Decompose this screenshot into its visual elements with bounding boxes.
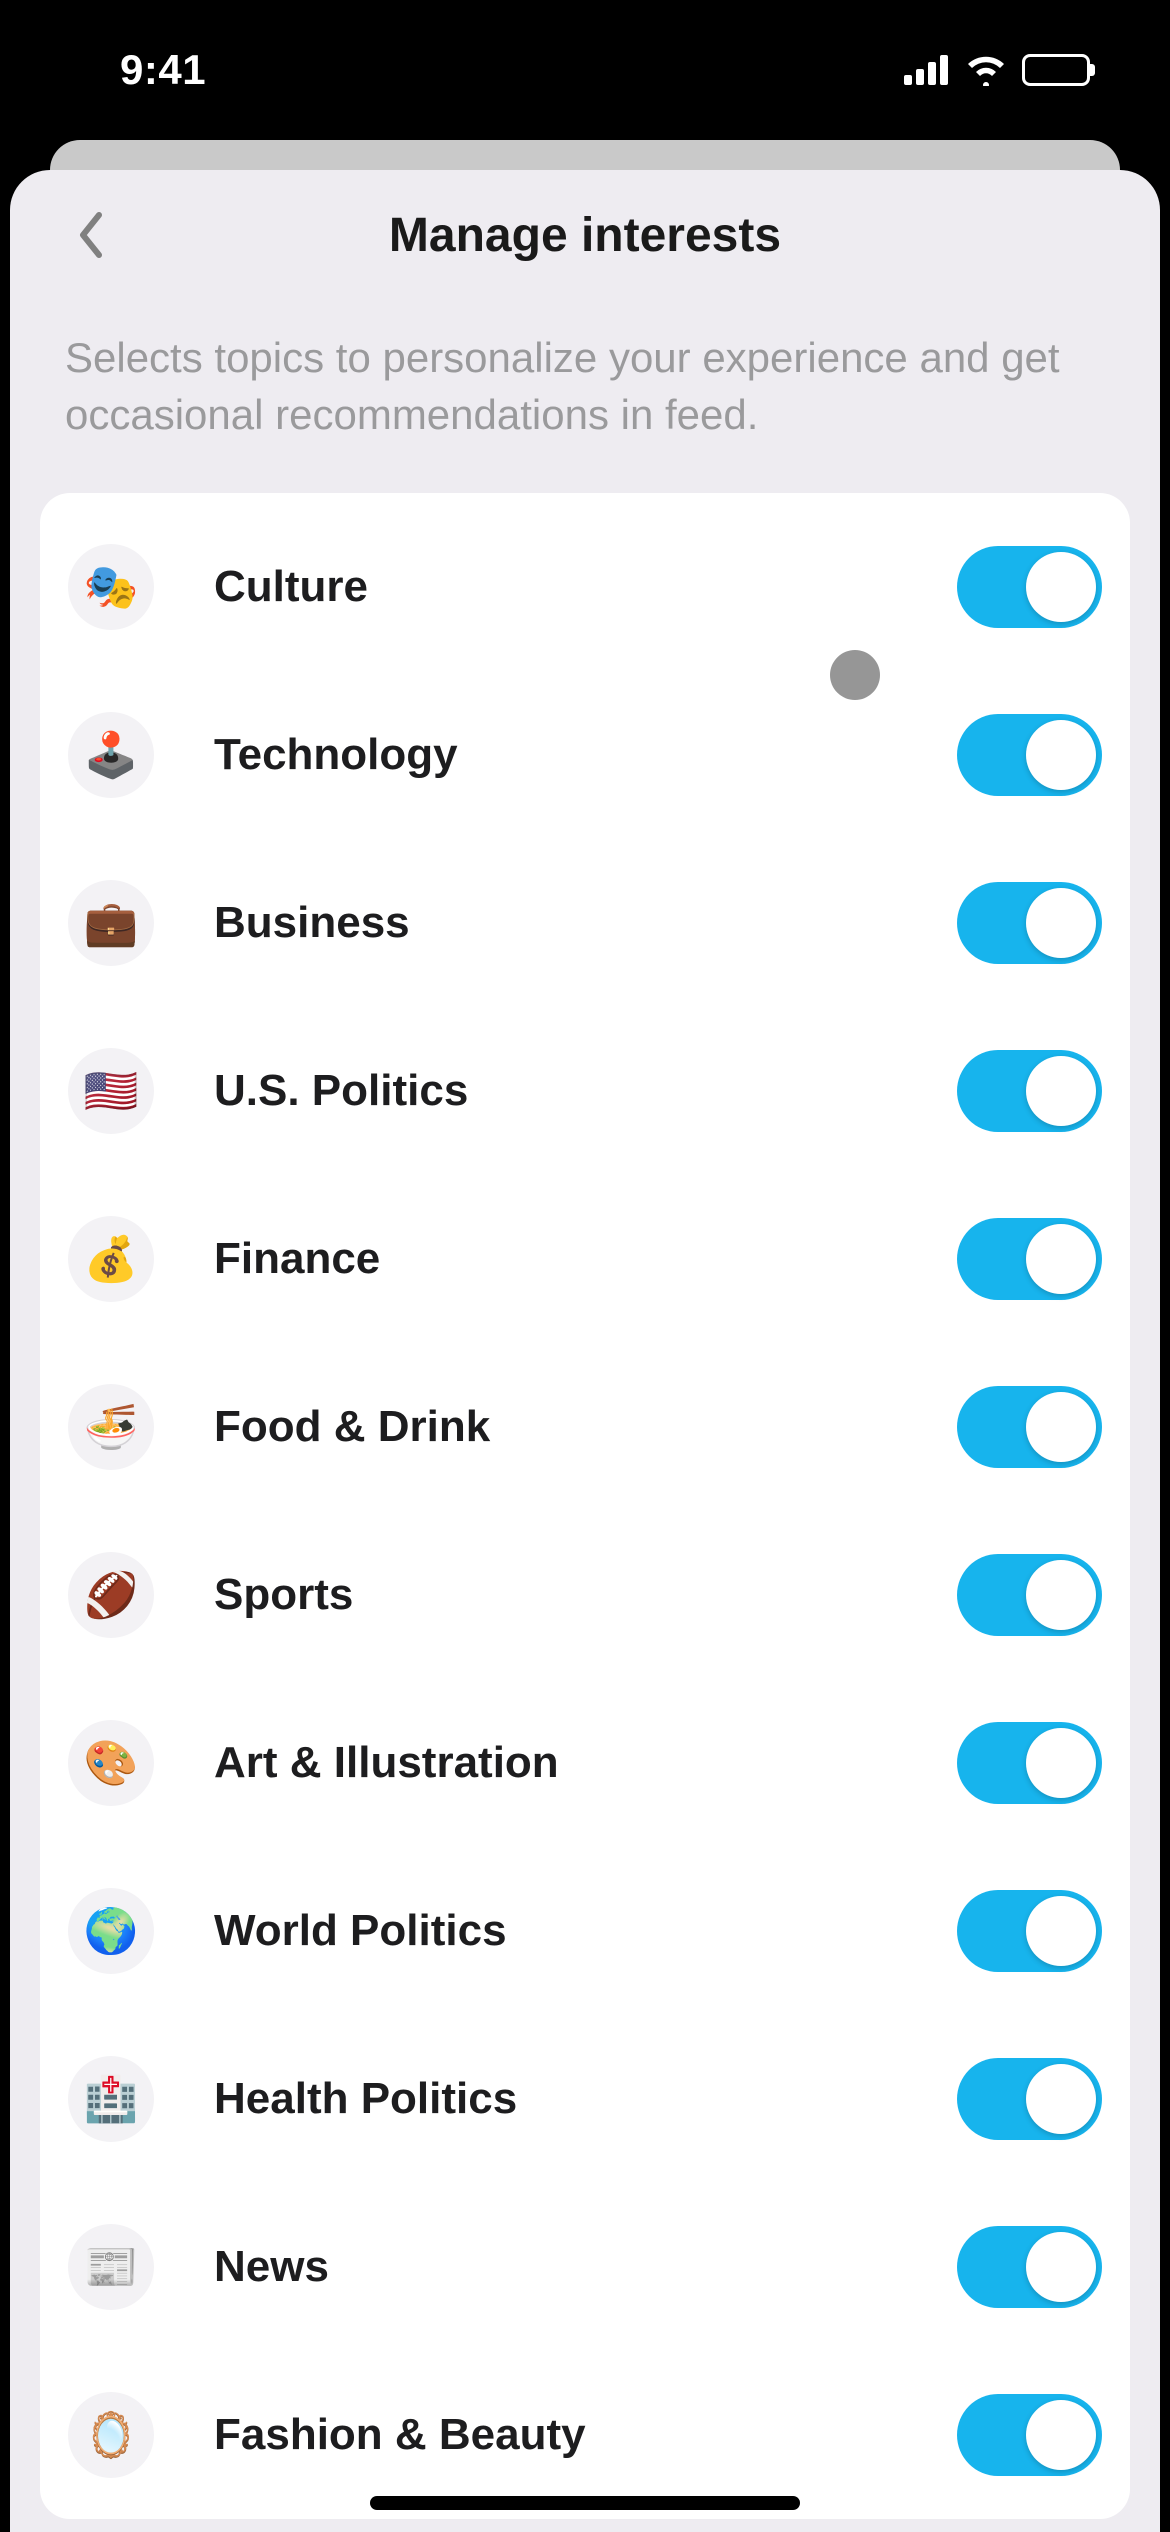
- interest-icon: 🎨: [68, 1720, 154, 1806]
- interest-label: U.S. Politics: [214, 1066, 957, 1116]
- interest-label: Fashion & Beauty: [214, 2410, 957, 2460]
- home-indicator[interactable]: [370, 2496, 800, 2510]
- cursor-indicator-icon: [830, 650, 880, 700]
- page-title: Manage interests: [389, 208, 781, 263]
- interest-row: 💼 Business: [40, 839, 1130, 1007]
- wifi-icon: [964, 54, 1008, 86]
- interest-icon: 🇺🇸: [68, 1048, 154, 1134]
- interest-row: 🇺🇸 U.S. Politics: [40, 1007, 1130, 1175]
- interest-label: Technology: [214, 730, 957, 780]
- interest-label: World Politics: [214, 1906, 957, 1956]
- modal-sheet: Manage interests Selects topics to perso…: [10, 170, 1160, 2532]
- interest-row: 🪞 Fashion & Beauty: [40, 2351, 1130, 2519]
- interest-toggle[interactable]: [957, 714, 1102, 796]
- interest-label: Business: [214, 898, 957, 948]
- interest-icon: 💼: [68, 880, 154, 966]
- interest-icon: 🌍: [68, 1888, 154, 1974]
- interest-toggle[interactable]: [957, 2226, 1102, 2308]
- interest-row: 🕹️ Technology: [40, 671, 1130, 839]
- interest-row: 💰 Finance: [40, 1175, 1130, 1343]
- interest-row: 📰 News: [40, 2183, 1130, 2351]
- chevron-left-icon: [75, 211, 105, 259]
- nav-header: Manage interests: [10, 170, 1160, 300]
- interest-label: Health Politics: [214, 2074, 957, 2124]
- interest-label: Culture: [214, 562, 957, 612]
- interest-label: Food & Drink: [214, 1402, 957, 1452]
- interest-row: 🎭 Culture: [40, 503, 1130, 671]
- interest-toggle[interactable]: [957, 1218, 1102, 1300]
- interest-row: 🍜 Food & Drink: [40, 1343, 1130, 1511]
- status-time: 9:41: [120, 46, 206, 94]
- interest-row: 🌍 World Politics: [40, 1847, 1130, 2015]
- interest-toggle[interactable]: [957, 1554, 1102, 1636]
- interest-icon: 🎭: [68, 544, 154, 630]
- interest-icon: 🏥: [68, 2056, 154, 2142]
- interest-toggle[interactable]: [957, 2058, 1102, 2140]
- interest-icon: 📰: [68, 2224, 154, 2310]
- interest-label: Sports: [214, 1570, 957, 1620]
- interest-row: 🏈 Sports: [40, 1511, 1130, 1679]
- status-icons: [904, 54, 1090, 86]
- interest-toggle[interactable]: [957, 882, 1102, 964]
- interest-toggle[interactable]: [957, 1722, 1102, 1804]
- interest-toggle[interactable]: [957, 546, 1102, 628]
- interest-toggle[interactable]: [957, 1890, 1102, 1972]
- status-bar: 9:41: [0, 0, 1170, 140]
- interest-label: Art & Illustration: [214, 1738, 957, 1788]
- description-text: Selects topics to personalize your exper…: [10, 300, 1160, 493]
- interest-toggle[interactable]: [957, 1050, 1102, 1132]
- interest-icon: 🍜: [68, 1384, 154, 1470]
- interest-row: 🎨 Art & Illustration: [40, 1679, 1130, 1847]
- interest-icon: 🪞: [68, 2392, 154, 2478]
- interest-icon: 🕹️: [68, 712, 154, 798]
- interests-list: 🎭 Culture 🕹️ Technology 💼 Business 🇺🇸 U.S. Poli…: [40, 493, 1130, 2519]
- back-button[interactable]: [60, 205, 120, 265]
- interest-row: 🏥 Health Politics: [40, 2015, 1130, 2183]
- interest-label: News: [214, 2242, 957, 2292]
- cellular-icon: [904, 55, 950, 85]
- battery-icon: [1022, 54, 1090, 86]
- interest-toggle[interactable]: [957, 1386, 1102, 1468]
- interest-icon: 🏈: [68, 1552, 154, 1638]
- interest-icon: 💰: [68, 1216, 154, 1302]
- interest-label: Finance: [214, 1234, 957, 1284]
- interest-toggle[interactable]: [957, 2394, 1102, 2476]
